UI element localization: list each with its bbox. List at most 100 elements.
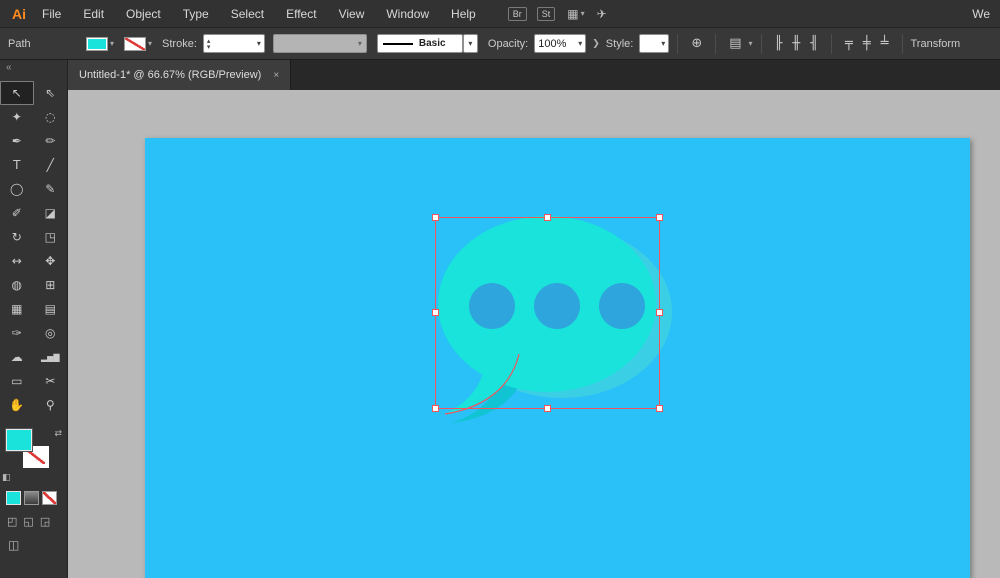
gradient-button[interactable] <box>24 491 39 505</box>
selection-handle-nw[interactable] <box>432 214 439 221</box>
tool-paintbrush[interactable]: ✎ <box>34 177 68 201</box>
opacity-panel-arrow-icon[interactable]: ❯ <box>592 39 600 49</box>
stroke-profile-chevron-icon[interactable]: ▾ <box>468 39 472 48</box>
swap-fill-stroke-icon[interactable]: ⇄ <box>54 429 62 439</box>
align-left-icon[interactable]: ╟ <box>775 36 783 51</box>
tool-zoom[interactable]: ⚲ <box>34 393 68 417</box>
selection-handle-w[interactable] <box>432 309 439 316</box>
graphic-style-dropdown[interactable]: ▾ <box>639 34 670 53</box>
stroke-weight-input[interactable]: ▴ ▾ ▾ <box>202 34 265 53</box>
tool-lasso[interactable]: ◌ <box>34 105 68 129</box>
tool-line-segment[interactable]: ╱ <box>34 153 68 177</box>
draw-inside-icon[interactable]: ◲ <box>40 515 50 528</box>
canvas-area[interactable] <box>68 90 1000 578</box>
align-top-icon[interactable]: ╤ <box>845 36 853 51</box>
tool-eyedropper[interactable]: ✑ <box>0 321 34 345</box>
selection-handle-e[interactable] <box>656 309 663 316</box>
tab-close-icon[interactable]: × <box>273 70 279 81</box>
tool-free-transform[interactable]: ✥ <box>34 249 68 273</box>
fill-swatch[interactable] <box>6 429 32 451</box>
brush-definition-dropdown[interactable]: ▾ <box>272 34 367 53</box>
menu-file[interactable]: File <box>42 7 75 21</box>
draw-behind-icon[interactable]: ◱ <box>23 515 33 528</box>
preferences-icon[interactable]: ▤ <box>729 36 741 51</box>
menu-window[interactable]: Window <box>386 7 443 21</box>
tool-artboard[interactable]: ▭ <box>0 369 34 393</box>
panel-collapse-icon[interactable]: « <box>0 60 67 76</box>
line-segment-icon: ╱ <box>46 158 54 172</box>
tool-scale[interactable]: ◳ <box>34 225 68 249</box>
document-setup-globe-icon[interactable]: ⊕ <box>691 36 702 51</box>
color-button[interactable] <box>6 491 21 505</box>
selection-handle-n[interactable] <box>543 214 551 221</box>
stroke-profile-chevron-button[interactable]: ▾ <box>462 34 478 53</box>
tool-gradient[interactable]: ▤ <box>34 297 68 321</box>
default-fill-stroke-icon[interactable]: ◧ <box>2 473 11 483</box>
tool-curvature[interactable]: ✏ <box>34 129 68 153</box>
tool-shape-builder[interactable]: ◍ <box>0 273 34 297</box>
menu-effect[interactable]: Effect <box>286 7 330 21</box>
align-middle-icon[interactable]: ╪ <box>863 36 871 51</box>
divider <box>760 33 762 54</box>
stroke-color-control[interactable]: ▾ <box>124 36 152 51</box>
tool-perspective-grid[interactable]: ⊞ <box>34 273 68 297</box>
arrange-documents-icon[interactable]: ▦ <box>567 7 578 21</box>
tool-type[interactable]: T <box>0 153 34 177</box>
draw-normal-icon[interactable]: ◰ <box>7 515 17 528</box>
tool-width[interactable]: ↔ <box>0 249 34 273</box>
bridge-button[interactable]: Br <box>507 6 527 21</box>
fill-color-swatch[interactable] <box>86 36 108 51</box>
stroke-chevron-icon[interactable]: ▾ <box>148 39 152 48</box>
menu-view[interactable]: View <box>339 7 379 21</box>
opacity-input[interactable]: 100% ▾ <box>534 34 587 53</box>
menu-help[interactable]: Help <box>451 7 490 21</box>
screen-mode-icon[interactable]: ◫ <box>0 538 67 552</box>
transform-panel-label[interactable]: Transform <box>911 38 961 50</box>
menu-select[interactable]: Select <box>231 7 278 21</box>
stock-button[interactable]: St <box>536 6 556 21</box>
tool-blend[interactable]: ◎ <box>34 321 68 345</box>
tool-symbol-sprayer[interactable]: ☁ <box>0 345 34 369</box>
tool-rotate[interactable]: ↻ <box>0 225 34 249</box>
selection-bounding-box[interactable] <box>432 214 663 412</box>
none-button[interactable] <box>42 491 57 505</box>
tool-selection[interactable]: ↖ <box>0 81 34 105</box>
stroke-weight-stepper[interactable]: ▴ ▾ <box>207 37 211 50</box>
workspace-label[interactable]: We <box>972 7 990 21</box>
selection-handle-ne[interactable] <box>656 214 663 221</box>
selection-handle-sw[interactable] <box>432 405 439 412</box>
brush-chevron-icon[interactable]: ▾ <box>358 39 362 48</box>
tool-eraser[interactable]: ◪ <box>34 201 68 225</box>
tool-direct-selection[interactable]: ⇖ <box>34 81 68 105</box>
align-center-icon[interactable]: ╫ <box>792 36 800 51</box>
opacity-chevron-icon[interactable]: ▾ <box>578 39 582 48</box>
document-tab[interactable]: Untitled-1* @ 66.67% (RGB/Preview) × <box>68 60 292 90</box>
app-logo[interactable]: Ai <box>12 6 26 22</box>
fill-color-control[interactable]: ▾ <box>86 36 114 51</box>
slice-icon: ✂ <box>45 374 56 388</box>
arrange-documents-chevron-icon[interactable]: ▾ <box>581 9 585 18</box>
stroke-color-swatch[interactable] <box>124 36 147 51</box>
tool-ellipse[interactable]: ◯ <box>0 177 34 201</box>
tool-pencil[interactable]: ✐ <box>0 201 34 225</box>
style-chevron-icon[interactable]: ▾ <box>661 39 665 48</box>
menu-edit[interactable]: Edit <box>83 7 118 21</box>
tool-slice[interactable]: ✂ <box>34 369 68 393</box>
preferences-chevron-icon[interactable]: ▾ <box>749 39 753 48</box>
tool-hand[interactable]: ✋ <box>0 393 34 417</box>
selection-handle-s[interactable] <box>543 405 551 412</box>
fill-chevron-icon[interactable]: ▾ <box>110 39 114 48</box>
tool-pen[interactable]: ✒ <box>0 129 34 153</box>
tool-magic-wand[interactable]: ✦ <box>0 105 34 129</box>
selection-handle-se[interactable] <box>656 405 663 412</box>
menu-object[interactable]: Object <box>126 7 175 21</box>
stepper-down-icon[interactable]: ▾ <box>207 43 211 50</box>
share-icon[interactable]: ✈ <box>597 7 607 21</box>
align-right-icon[interactable]: ╢ <box>810 36 818 51</box>
tool-column-graph[interactable]: ▂▅▇ <box>34 345 68 369</box>
variable-width-profile-dropdown[interactable]: Basic <box>376 34 463 53</box>
menu-type[interactable]: Type <box>183 7 223 21</box>
tool-mesh[interactable]: ▦ <box>0 297 34 321</box>
stroke-weight-chevron-icon[interactable]: ▾ <box>257 39 261 48</box>
align-bottom-icon[interactable]: ╧ <box>881 36 889 51</box>
